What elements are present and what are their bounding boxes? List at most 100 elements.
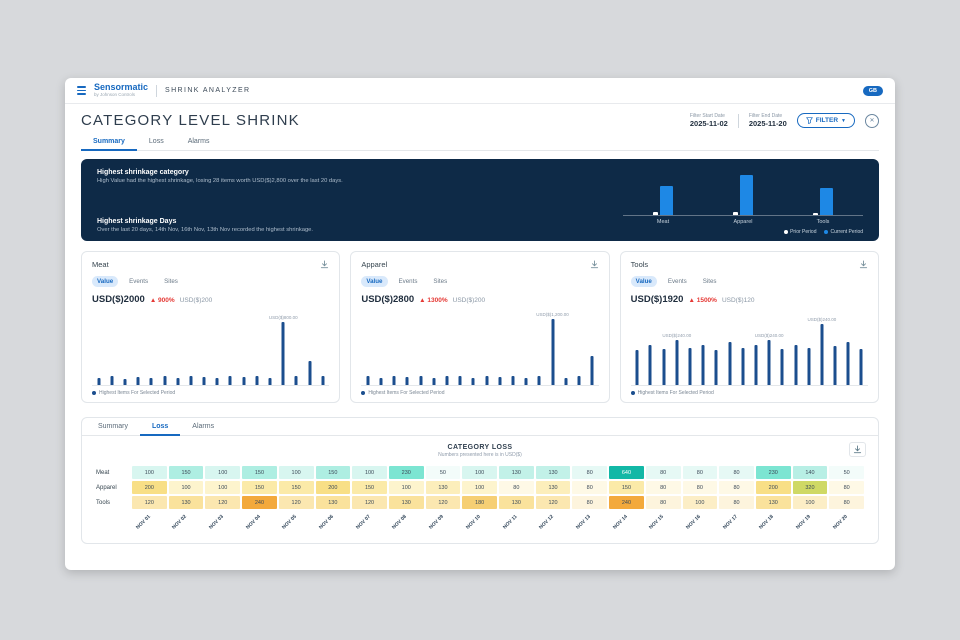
menu-icon[interactable] xyxy=(77,86,86,95)
card-legend: Highest Items For Selected Period xyxy=(92,390,329,396)
heatmap-cell[interactable]: 80 xyxy=(829,496,864,509)
heatmap-cell[interactable]: 150 xyxy=(352,481,387,494)
heatmap-cell[interactable]: 150 xyxy=(279,481,314,494)
heatmap-cell[interactable]: 80 xyxy=(572,466,607,479)
heatmap-cell[interactable]: 100 xyxy=(683,496,718,509)
heatmap-cell[interactable]: 180 xyxy=(462,496,497,509)
heatmap-cell[interactable]: 240 xyxy=(609,496,644,509)
chip-events[interactable]: Events xyxy=(124,276,153,287)
chip-events[interactable]: Events xyxy=(663,276,692,287)
heatmap-cell[interactable]: 150 xyxy=(242,481,277,494)
heatmap-column-label: NOV 12 xyxy=(536,511,571,535)
bar-slot xyxy=(440,313,453,385)
bar-slot xyxy=(303,313,316,385)
bar-slot xyxy=(644,313,657,385)
heatmap-cell[interactable]: 80 xyxy=(646,481,681,494)
heatmap-cell[interactable]: 200 xyxy=(316,481,351,494)
heatmap-cell[interactable]: 80 xyxy=(683,466,718,479)
heatmap-cell[interactable]: 120 xyxy=(426,496,461,509)
heatmap-cell[interactable]: 130 xyxy=(169,496,204,509)
heatmap-cell[interactable]: 120 xyxy=(205,496,240,509)
card-header: Tools xyxy=(631,260,868,269)
tab-alarms[interactable]: Alarms xyxy=(176,133,222,150)
heatmap-cell[interactable]: 240 xyxy=(242,496,277,509)
heatmap-cell[interactable]: 100 xyxy=(205,481,240,494)
card-header: Meat xyxy=(92,260,329,269)
bar-slot xyxy=(401,313,414,385)
tab-summary[interactable]: Summary xyxy=(81,133,137,151)
chip-sites[interactable]: Sites xyxy=(698,276,722,287)
clear-filters-icon[interactable]: ✕ xyxy=(865,114,879,128)
heatmap-cell[interactable]: 150 xyxy=(242,466,277,479)
heatmap-cell[interactable]: 80 xyxy=(829,481,864,494)
heatmap-cell[interactable]: 100 xyxy=(389,481,424,494)
heatmap-cell[interactable]: 320 xyxy=(793,481,828,494)
filter-button[interactable]: FILTER ▼ xyxy=(797,113,855,128)
heatmap-cell[interactable]: 50 xyxy=(426,466,461,479)
heatmap-cell[interactable]: 130 xyxy=(316,496,351,509)
bar xyxy=(860,349,863,385)
chip-events[interactable]: Events xyxy=(394,276,423,287)
heatmap-cell[interactable]: 100 xyxy=(205,466,240,479)
chip-sites[interactable]: Sites xyxy=(428,276,452,287)
banner-chart-bars xyxy=(813,175,833,215)
insight-1-text: High Value had the highest shrinkage, lo… xyxy=(97,178,343,186)
heatmap-cell[interactable]: 130 xyxy=(426,481,461,494)
heatmap-cell[interactable]: 100 xyxy=(793,496,828,509)
heatmap-cell[interactable]: 100 xyxy=(132,466,167,479)
heatmap-cell[interactable]: 80 xyxy=(572,481,607,494)
chip-sites[interactable]: Sites xyxy=(159,276,183,287)
heatmap-cell[interactable]: 130 xyxy=(536,481,571,494)
heatmap-cell[interactable]: 100 xyxy=(169,481,204,494)
bar-slot xyxy=(586,313,599,385)
heatmap-cell[interactable]: 230 xyxy=(756,466,791,479)
tab-alarms[interactable]: Alarms xyxy=(180,418,226,435)
tab-loss[interactable]: Loss xyxy=(140,418,180,436)
metric-toggle: Value Events Sites xyxy=(92,276,329,287)
heatmap-cell[interactable]: 80 xyxy=(646,496,681,509)
heatmap-cell[interactable]: 80 xyxy=(646,466,681,479)
bar xyxy=(702,345,705,385)
heatmap-cell[interactable]: 80 xyxy=(719,481,754,494)
heatmap-cell[interactable]: 120 xyxy=(132,496,167,509)
heatmap-cell[interactable]: 230 xyxy=(389,466,424,479)
chip-value[interactable]: Value xyxy=(92,276,118,287)
download-icon[interactable] xyxy=(320,260,329,269)
heatmap-cell[interactable]: 130 xyxy=(536,466,571,479)
heatmap-cell[interactable]: 130 xyxy=(499,496,534,509)
heatmap-cell[interactable]: 100 xyxy=(352,466,387,479)
heatmap-cell[interactable]: 100 xyxy=(462,466,497,479)
heatmap-cell[interactable]: 80 xyxy=(683,481,718,494)
heatmap-cell[interactable]: 640 xyxy=(609,466,644,479)
heatmap-cell[interactable]: 150 xyxy=(609,481,644,494)
heatmap-cell[interactable]: 140 xyxy=(793,466,828,479)
heatmap-cell[interactable]: 50 xyxy=(829,466,864,479)
heatmap-cell[interactable]: 80 xyxy=(719,496,754,509)
heatmap-cell[interactable]: 130 xyxy=(756,496,791,509)
heatmap-cell[interactable]: 130 xyxy=(389,496,424,509)
topbar-divider xyxy=(156,85,157,97)
heatmap-cell[interactable]: 150 xyxy=(316,466,351,479)
heatmap-cell[interactable]: 120 xyxy=(279,496,314,509)
download-icon[interactable] xyxy=(849,442,866,457)
heatmap-cell[interactable]: 100 xyxy=(279,466,314,479)
chip-value[interactable]: Value xyxy=(631,276,657,287)
bar xyxy=(794,345,797,385)
download-icon[interactable] xyxy=(590,260,599,269)
heatmap-cell[interactable]: 200 xyxy=(756,481,791,494)
heatmap-cell[interactable]: 120 xyxy=(536,496,571,509)
heatmap-cell[interactable]: 120 xyxy=(352,496,387,509)
heatmap-cell[interactable]: 80 xyxy=(572,496,607,509)
heatmap-cell[interactable]: 150 xyxy=(169,466,204,479)
heatmap-cell[interactable]: 80 xyxy=(499,481,534,494)
tab-summary[interactable]: Summary xyxy=(86,418,140,435)
tab-loss[interactable]: Loss xyxy=(137,133,176,150)
heatmap-cell[interactable]: 130 xyxy=(499,466,534,479)
heatmap-cell[interactable]: 100 xyxy=(462,481,497,494)
download-icon[interactable] xyxy=(859,260,868,269)
chip-value[interactable]: Value xyxy=(361,276,387,287)
heatmap-cell[interactable]: 200 xyxy=(132,481,167,494)
user-badge[interactable]: GB xyxy=(863,86,883,96)
chevron-down-icon: ▼ xyxy=(841,118,846,124)
heatmap-cell[interactable]: 80 xyxy=(719,466,754,479)
